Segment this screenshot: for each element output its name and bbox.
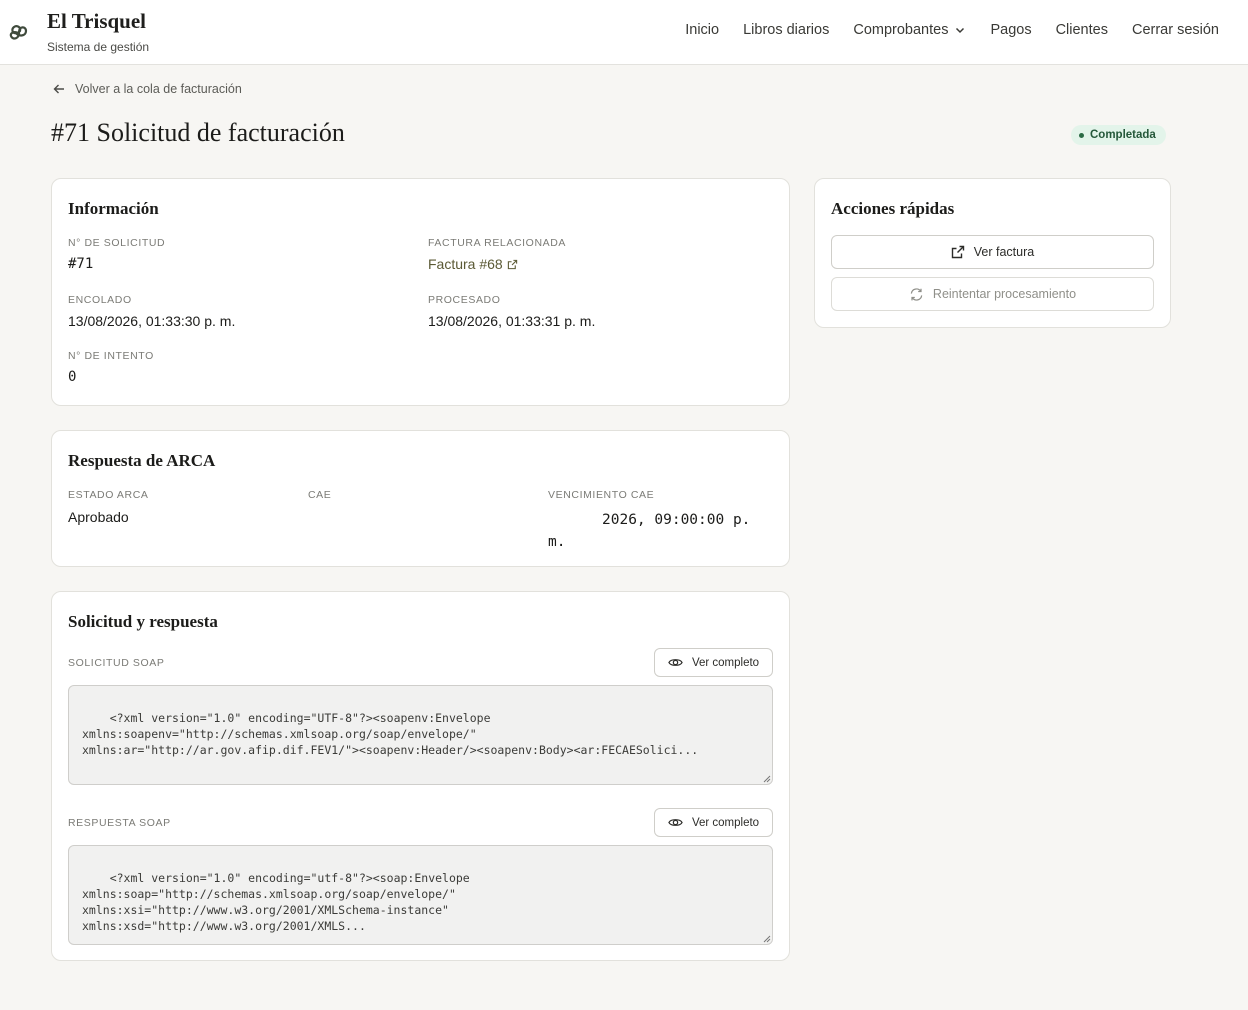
info-card: Información N° DE SOLICITUD #71 FACTURA … — [51, 178, 790, 406]
brand-subtitle: Sistema de gestión — [47, 40, 150, 54]
attempt-value: 0 — [68, 369, 77, 385]
nav-clientes[interactable]: Clientes — [1056, 22, 1108, 38]
retry-processing-label: Reintentar procesamiento — [932, 287, 1077, 301]
soap-response-label: RESPUESTA SOAP — [68, 817, 171, 829]
cae-expiry-label: VENCIMIENTO CAE — [548, 489, 655, 501]
nav-pagos-label: Pagos — [990, 22, 1032, 38]
soap-response-text: <?xml version="1.0" encoding="utf-8"?><s… — [82, 871, 470, 933]
soap-response-textarea[interactable]: <?xml version="1.0" encoding="utf-8"?><s… — [68, 845, 773, 945]
nav-inicio-label: Inicio — [685, 22, 720, 38]
related-invoice-label: FACTURA RELACIONADA — [428, 237, 567, 249]
request-no-label: N° DE SOLICITUD — [68, 237, 166, 249]
nav-comprobantes-dropdown[interactable]: Comprobantes — [853, 22, 966, 38]
nav-comprobantes-label: Comprobantes — [853, 22, 949, 38]
resize-grip-icon[interactable] — [763, 775, 771, 783]
nav-clientes-label: Clientes — [1055, 22, 1108, 38]
external-link-icon — [951, 245, 964, 259]
related-invoice-link[interactable]: Factura #68 — [428, 256, 518, 272]
top-navbar: El Trisquel Sistema de gestión Inicio Li… — [0, 0, 1248, 65]
back-link-label: Volver a la cola de facturación — [75, 82, 242, 96]
arca-status-label: ESTADO ARCA — [68, 489, 149, 501]
soap-request-textarea[interactable]: <?xml version="1.0" encoding="UTF-8"?><s… — [68, 685, 773, 785]
nav-cerrar-sesion-label: Cerrar sesión — [1131, 22, 1219, 38]
arrow-left-icon — [53, 84, 64, 94]
main-nav: Inicio Libros diarios Comprobantes Pagos… — [685, 22, 1219, 38]
eye-icon — [668, 659, 683, 666]
queued-label: ENCOLADO — [68, 294, 132, 306]
soap-request-text: <?xml version="1.0" encoding="UTF-8"?><s… — [82, 711, 699, 757]
nav-libros-diarios-label: Libros diarios — [743, 22, 830, 38]
processed-value: 13/08/2026, 01:33:31 p. m. — [428, 313, 596, 329]
resize-grip-icon[interactable] — [763, 935, 771, 943]
cae-expiry-value: 2026, 09:00:00 p. m. — [548, 509, 774, 553]
soap-card-title: Solicitud y respuesta — [68, 612, 218, 631]
quick-actions-card: Acciones rápidas Ver factura Reintentar … — [814, 178, 1171, 328]
arca-response-card: Respuesta de ARCA ESTADO ARCA Aprobado C… — [51, 430, 790, 567]
triskele-logo-icon[interactable] — [6, 18, 32, 46]
eye-icon — [668, 819, 683, 826]
status-dot-icon — [1079, 132, 1084, 138]
attempt-label: N° DE INTENTO — [68, 350, 154, 362]
view-response-full-button[interactable]: Ver completo — [654, 808, 773, 837]
brand-title[interactable]: El Trisquel — [47, 9, 146, 34]
back-link[interactable]: Volver a la cola de facturación — [52, 82, 242, 96]
processed-label: PROCESADO — [428, 294, 501, 306]
view-invoice-label: Ver factura — [973, 245, 1035, 259]
chevron-down-icon — [956, 27, 965, 34]
request-no-value: #71 — [68, 256, 94, 272]
status-badge: Completada — [1071, 125, 1166, 145]
retry-processing-button[interactable]: Reintentar procesamiento — [831, 277, 1154, 311]
nav-pagos[interactable]: Pagos — [990, 22, 1031, 38]
refresh-icon — [910, 287, 923, 301]
external-link-icon — [507, 259, 517, 269]
view-request-full-button[interactable]: Ver completo — [654, 648, 773, 677]
page-title: #71 Solicitud de facturación — [51, 118, 345, 147]
quick-actions-title: Acciones rápidas — [831, 199, 955, 218]
arca-card-title: Respuesta de ARCA — [68, 451, 216, 470]
nav-libros-diarios[interactable]: Libros diarios — [743, 22, 829, 38]
soap-request-label: SOLICITUD SOAP — [68, 657, 165, 669]
queued-value: 13/08/2026, 01:33:30 p. m. — [68, 313, 236, 329]
view-invoice-button[interactable]: Ver factura — [831, 235, 1154, 269]
nav-cerrar-sesion[interactable]: Cerrar sesión — [1132, 22, 1219, 38]
view-response-full-label: Ver completo — [691, 816, 760, 829]
status-badge-label: Completada — [1090, 129, 1156, 141]
related-invoice-text: Factura #68 — [428, 256, 503, 272]
info-card-title: Información — [68, 199, 159, 218]
view-request-full-label: Ver completo — [691, 656, 760, 669]
cae-expiry-text: 2026, 09:00:00 p. m. — [548, 512, 751, 550]
soap-card: Solicitud y respuesta SOLICITUD SOAP Ver… — [51, 591, 790, 961]
arca-status-value: Aprobado — [68, 509, 129, 525]
nav-inicio[interactable]: Inicio — [685, 22, 719, 38]
cae-label: CAE — [308, 489, 332, 501]
